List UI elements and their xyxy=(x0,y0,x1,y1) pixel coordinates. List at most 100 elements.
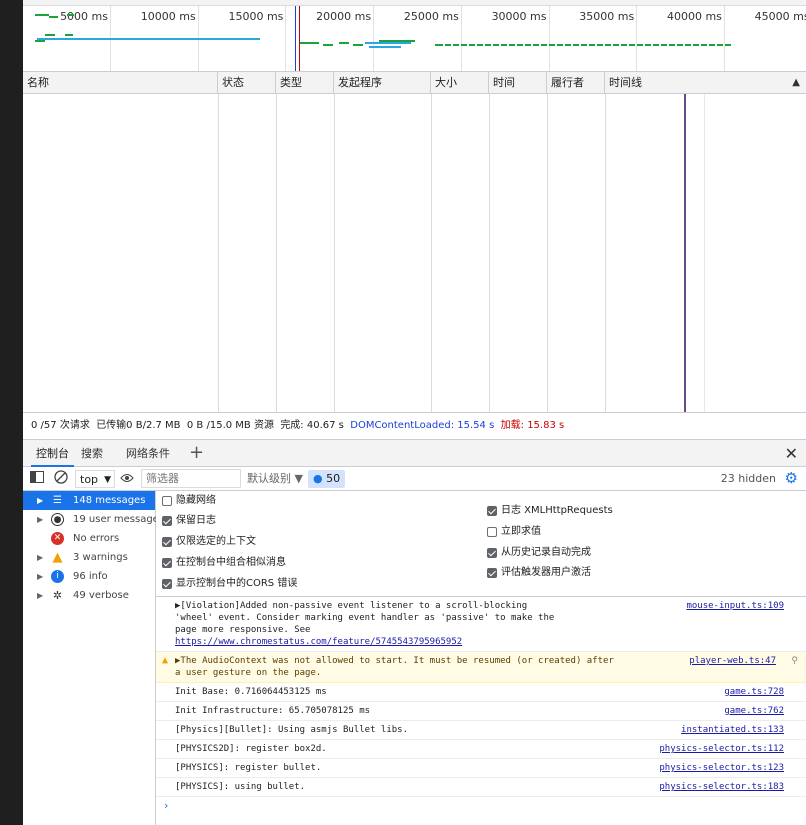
message-source-link[interactable]: game.ts:728 xyxy=(724,686,784,698)
console-message-warning[interactable]: ▲ ▶The AudioContext was not allowed to s… xyxy=(156,652,806,683)
setting-label: 立即求值 xyxy=(501,526,541,537)
console-message-log[interactable]: [Physics][Bullet]: Using asmjs Bullet li… xyxy=(156,721,806,740)
console-messages: ▶[Violation]Added non-passive event list… xyxy=(156,597,806,815)
message-source-link[interactable]: game.ts:762 xyxy=(724,705,784,717)
sidebar-item-user-messages[interactable]: ▶ ● 19 user messages xyxy=(23,510,164,529)
waterfall-bar xyxy=(63,38,73,40)
setting-hide-network[interactable]: 隐藏网络 xyxy=(162,492,216,510)
column-size[interactable]: 大小 xyxy=(431,72,489,94)
clear-console-icon[interactable] xyxy=(53,470,69,488)
issues-count: 50 xyxy=(326,472,341,485)
sidebar-toggle-icon[interactable] xyxy=(29,470,45,488)
setting-show-cors-errors[interactable]: 显示控制台中的CORS 错误 xyxy=(162,575,297,593)
waterfall-bar xyxy=(379,40,415,42)
context-value: top xyxy=(80,473,99,486)
column-type[interactable]: 类型 xyxy=(276,72,334,94)
waterfall-bar xyxy=(67,14,74,16)
issues-badge[interactable]: ● 50 xyxy=(308,470,346,488)
checkbox[interactable] xyxy=(162,516,172,526)
waterfall-bar xyxy=(353,44,363,46)
console-message-log[interactable]: [PHYSICS]: using bullet. physics-selecto… xyxy=(156,778,806,797)
sidebar-item-messages[interactable]: ▶ ☰ 148 messages xyxy=(23,491,155,510)
load-time: 加载: 15.83 s xyxy=(500,420,565,431)
console-message-log[interactable]: [PHYSICS]: register bullet. physics-sele… xyxy=(156,759,806,778)
console-message-violation[interactable]: ▶[Violation]Added non-passive event list… xyxy=(156,597,806,652)
checkbox[interactable] xyxy=(487,548,497,558)
column-name[interactable]: 名称 xyxy=(23,72,218,94)
column-waterfall[interactable]: 时间线 ▲ xyxy=(605,72,806,94)
filter-input[interactable] xyxy=(141,469,241,488)
eye-icon[interactable] xyxy=(119,470,135,488)
column-divider xyxy=(334,94,335,412)
setting-user-activation[interactable]: 评估触发器用户激活 xyxy=(487,564,591,582)
dom-content-loaded-time: DOMContentLoaded: 15.54 s xyxy=(350,420,495,431)
expand-arrow-icon: ▶ xyxy=(37,591,44,600)
network-summary: 0 /57 次请求 已传输0 B/2.7 MB 0 B /15.0 MB 资源 … xyxy=(23,412,806,439)
waterfall-bar xyxy=(45,34,55,36)
tab-console[interactable]: 控制台 xyxy=(31,440,74,467)
add-tab-icon[interactable]: + xyxy=(189,442,204,464)
setting-group-similar[interactable]: 在控制台中组合相似消息 xyxy=(162,554,286,572)
chevron-down-icon: ▼ xyxy=(104,475,111,485)
column-time[interactable]: 时间 xyxy=(489,72,547,94)
chromestatus-link[interactable]: https://www.chromestatus.com/feature/574… xyxy=(175,637,462,647)
checkbox[interactable] xyxy=(162,496,172,506)
message-source-link[interactable]: physics-selector.ts:112 xyxy=(659,743,784,755)
drawer-tabbar: 控制台 搜索 网络条件 + ✕ xyxy=(23,439,806,467)
checkbox[interactable] xyxy=(487,527,497,537)
column-status[interactable]: 状态 xyxy=(218,72,276,94)
network-overview[interactable]: 5000 ms 10000 ms 15000 ms 20000 ms 25000 ms 3… xyxy=(23,0,806,72)
overview-tick-label: 40000 ms xyxy=(666,10,722,23)
message-source-link[interactable]: physics-selector.ts:183 xyxy=(659,781,784,793)
setting-label: 显示控制台中的CORS 错误 xyxy=(176,578,298,589)
column-divider xyxy=(431,94,432,412)
setting-eager-evaluation[interactable]: 立即求值 xyxy=(487,523,541,541)
console-message-log[interactable]: Init Base: 0.716064453125 ms game.ts:728 xyxy=(156,683,806,702)
checkbox[interactable] xyxy=(162,558,172,568)
message-source-link[interactable]: physics-selector.ts:123 xyxy=(659,762,784,774)
console-message-log[interactable]: [PHYSICS2D]: register box2d. physics-sel… xyxy=(156,740,806,759)
warning-icon: ▲ xyxy=(162,655,169,666)
devtools: 5000 ms 10000 ms 15000 ms 20000 ms 25000 ms 3… xyxy=(23,0,806,825)
message-source-link[interactable]: instantiated.ts:133 xyxy=(681,724,784,736)
checkbox[interactable] xyxy=(487,506,497,516)
setting-label: 评估触发器用户激活 xyxy=(501,567,591,578)
console-settings-pane: 隐藏网络 保留日志 仅限选定的上下文 在控制台中组合相似消息 显示控制台中的CO… xyxy=(156,491,806,597)
message-source-link[interactable]: mouse-input.ts:109 xyxy=(686,600,784,612)
sidebar-item-errors[interactable]: ✕ No errors xyxy=(23,529,155,548)
tab-search[interactable]: 搜索 xyxy=(76,440,108,467)
setting-preserve-log[interactable]: 保留日志 xyxy=(162,512,216,530)
message-source-link[interactable]: player-web.ts:47 xyxy=(689,655,776,667)
console-message-log[interactable]: Init Infrastructure: 65.705078125 ms gam… xyxy=(156,702,806,721)
sidebar-item-warnings[interactable]: ▶ ▲ 3 warnings xyxy=(23,548,155,567)
gear-icon[interactable]: ⚙ xyxy=(785,469,798,487)
sidebar-item-label: 19 user messages xyxy=(73,514,165,525)
overview-tick-label: 20000 ms xyxy=(316,10,372,23)
context-selector[interactable]: top ▼ xyxy=(75,470,115,488)
column-initiator[interactable]: 发起程序 xyxy=(334,72,431,94)
setting-autocomplete-history[interactable]: 从历史记录自动完成 xyxy=(487,544,591,562)
overview-top-edge xyxy=(23,0,806,6)
sidebar-item-label: 3 warnings xyxy=(73,552,128,563)
search-icon[interactable]: ⚲ xyxy=(791,655,798,667)
checkbox[interactable] xyxy=(162,537,172,547)
log-levels-dropdown[interactable]: 默认级别 ▼ xyxy=(247,470,303,488)
console-prompt[interactable]: › xyxy=(156,797,806,815)
checkbox[interactable] xyxy=(162,579,172,589)
message-text: Init Base: 0.716064453125 ms xyxy=(175,687,327,697)
setting-selected-context-only[interactable]: 仅限选定的上下文 xyxy=(162,533,256,551)
close-drawer-icon[interactable]: ✕ xyxy=(785,443,798,465)
user-icon: ● xyxy=(51,513,64,526)
setting-label: 仅限选定的上下文 xyxy=(176,536,256,547)
column-fulfilled-by[interactable]: 履行者 xyxy=(547,72,605,94)
overview-tick-line xyxy=(636,6,638,71)
overview-tick-label: 25000 ms xyxy=(403,10,459,23)
sidebar-item-label: 49 verbose xyxy=(73,590,129,601)
tab-network-conditions[interactable]: 网络条件 xyxy=(121,440,175,467)
warning-icon: ▲ xyxy=(52,550,63,565)
sidebar-item-info[interactable]: ▶ i 96 info xyxy=(23,567,155,586)
column-waterfall-label: 时间线 xyxy=(609,76,642,89)
setting-log-xhr[interactable]: 日志 XMLHttpRequests xyxy=(487,502,613,520)
sidebar-item-verbose[interactable]: ▶ ✲ 49 verbose xyxy=(23,586,155,605)
checkbox[interactable] xyxy=(487,568,497,578)
